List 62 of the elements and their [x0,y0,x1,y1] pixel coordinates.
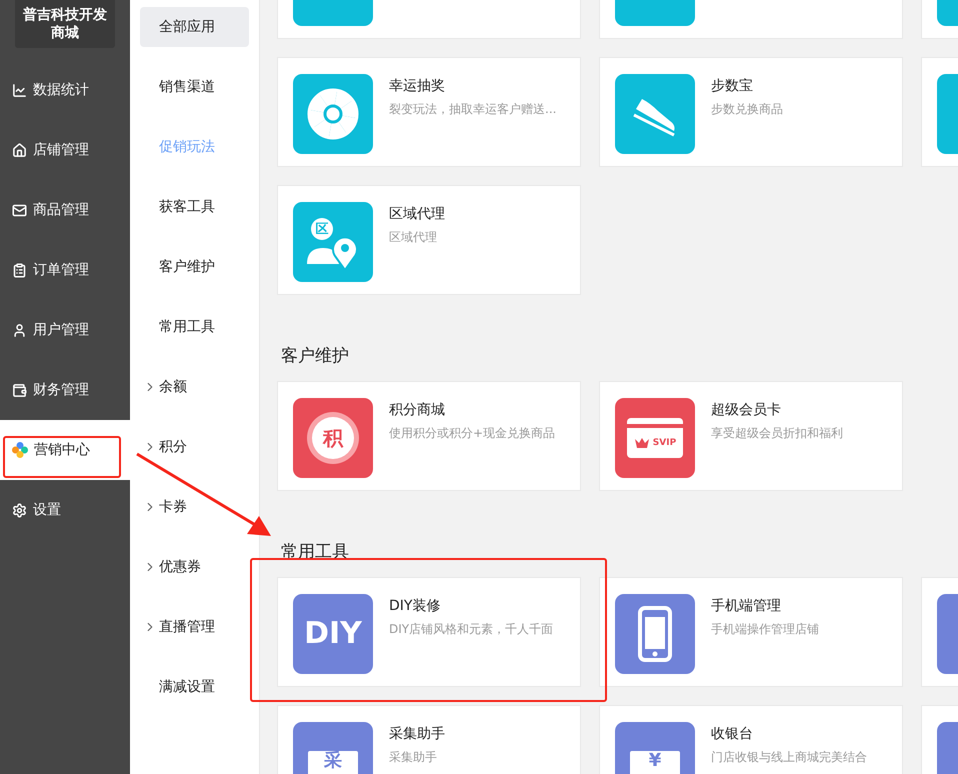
app-title: 步数宝 [711,77,754,95]
app-title: 区域代理 [389,205,445,223]
nav-icon [12,322,27,338]
app-card[interactable]: 幸运抽奖 裂变玩法，抽取幸运客户赠送... [277,57,581,167]
app-card[interactable]: DIY DIY装修 DIY店铺风格和元素，千人千面 [277,577,581,687]
app-title: 采集助手 [389,725,445,743]
app-title: 超级会员卡 [711,401,782,419]
brand-title: 普吉科技开发商城 [15,0,115,48]
section-title: 客户维护 [280,345,350,368]
sidebar-item[interactable]: 商品管理 [0,180,130,240]
vip-card-icon: SVIP [615,398,695,478]
app-description: 步数兑换商品 [711,101,783,118]
app-card[interactable]: SVIP 超级会员卡 享受超级会员折扣和福利 [599,381,903,491]
app-description: 裂变玩法，抽取幸运客户赠送... [389,101,556,118]
app-card[interactable]: 区 区域代理 区域代理 [277,185,581,295]
person-pin-icon: 区 [293,202,373,282]
submenu-item[interactable]: 常用工具 [140,307,249,347]
sidebar-item[interactable]: 营销中心 [0,420,130,480]
submenu-item[interactable]: 优惠券 [140,547,249,587]
submenu-item[interactable]: 卡券 [140,487,249,527]
app-description: 手机端操作管理店铺 [711,621,819,638]
submenu-item[interactable]: 销售渠道 [140,67,249,107]
submenu-item[interactable]: 获客工具 [140,187,249,227]
app-description: 使用积分或积分+现金兑换商品 [389,425,556,442]
submenu-item[interactable]: 直播管理 [140,607,249,647]
submenu-item[interactable]: 全部应用 [140,7,249,47]
app-description: 采集助手 [389,749,438,766]
nav-icon [12,382,27,398]
sidebar-item[interactable]: 订单管理 [0,240,130,300]
nav-icon [12,262,27,278]
app-card[interactable]: 积 积分商城 使用积分或积分+现金兑换商品 [277,381,581,491]
points-coin-icon: 积 [293,398,373,478]
nav-icon [12,502,27,518]
app-card[interactable]: 采 采集助手 采集助手 [277,705,581,774]
app-title: 手机端管理 [711,597,782,615]
app-card[interactable]: ¥ 收银台 门店收银与线上商城完美结合 [599,705,903,774]
app-description: DIY店铺风格和元素，千人千面 [389,621,554,638]
nav-icon [12,142,27,158]
app-description: 区域代理 [389,229,438,246]
submenu-item[interactable]: 满减设置 [140,667,249,707]
submenu-item[interactable]: 积分 [140,427,249,467]
diy-icon: DIY [293,594,373,674]
sidebar-item[interactable]: 用户管理 [0,300,130,360]
app-card[interactable]: 步数宝 步数兑换商品 [599,57,903,167]
sidebar-item[interactable]: 设置 [0,480,130,540]
sidebar-item[interactable]: 财务管理 [0,360,130,420]
nav-icon [12,202,27,218]
submenu-item[interactable]: 客户维护 [140,247,249,287]
sidebar-item[interactable]: 数据统计 [0,60,130,120]
app-card[interactable]: 手机端管理 手机端操作管理店铺 [599,577,903,687]
submenu-item[interactable]: 余额 [140,367,249,407]
app-title: 积分商城 [389,401,446,419]
app-title: 幸运抽奖 [389,77,446,95]
colorful-petals-icon [12,442,28,458]
app-title: 收银台 [711,725,754,743]
app-description: 享受超级会员折扣和福利 [711,425,843,442]
sidebar-item[interactable]: 店铺管理 [0,120,130,180]
app-title: DIY装修 [389,597,442,615]
register-icon: ¥ [615,722,695,774]
app-description: 门店收银与线上商城完美结合 [711,749,867,766]
screen-glyph-icon: 采 [293,722,373,774]
nav-icon [12,82,27,98]
